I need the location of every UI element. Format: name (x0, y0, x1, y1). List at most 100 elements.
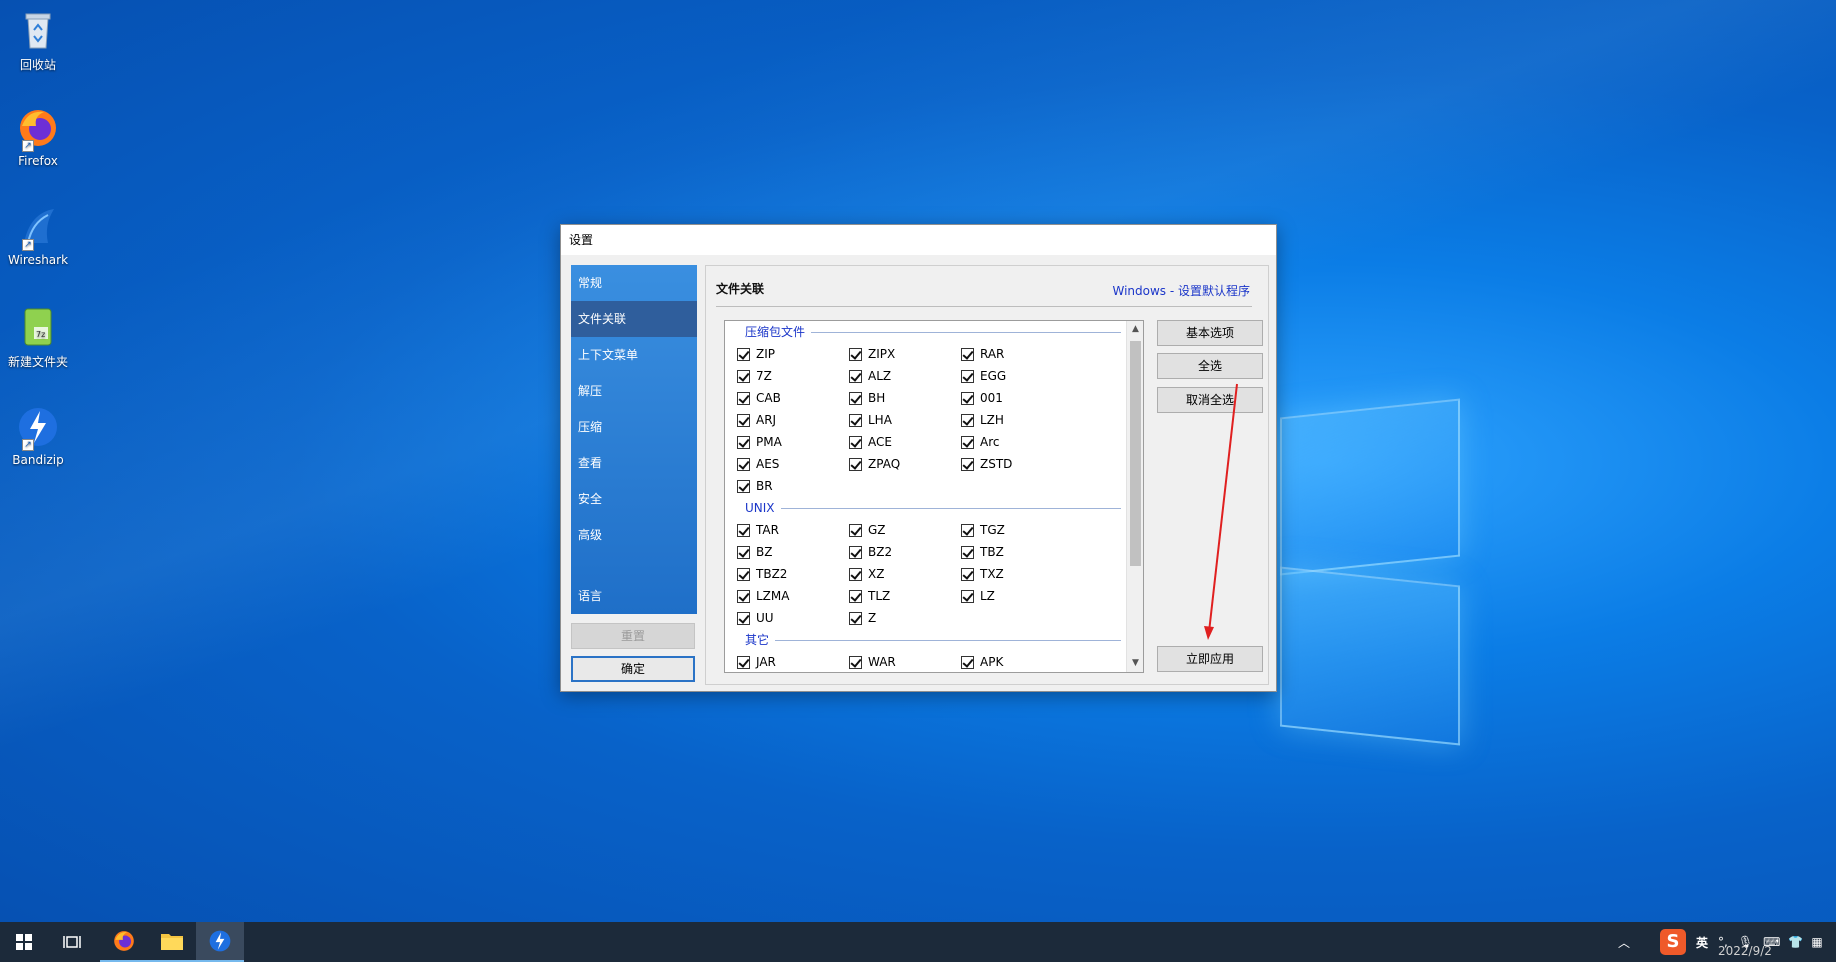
extension-checkbox[interactable]: BZ2 (837, 541, 949, 563)
task-view-button[interactable] (48, 922, 96, 962)
svg-text:7z: 7z (36, 330, 45, 339)
sidebar-item-context-menu[interactable]: 上下文菜单 (571, 337, 697, 373)
extension-checkbox[interactable]: JAR (725, 651, 837, 672)
checkbox-checked-icon (961, 523, 974, 537)
extension-label: 7Z (756, 369, 772, 383)
reset-button[interactable]: 重置 (571, 623, 695, 649)
extension-checkbox[interactable]: ZSTD (949, 453, 1061, 475)
checkbox-checked-icon (737, 391, 750, 405)
taskbar-bandizip[interactable] (196, 922, 244, 962)
extension-checkbox[interactable]: UU (725, 607, 837, 629)
extension-checkbox[interactable]: LZ (949, 585, 1061, 607)
ime-mode-label[interactable]: 英 (1696, 934, 1708, 951)
extension-checkbox[interactable]: RAR (949, 343, 1061, 365)
extension-label: TBZ (980, 545, 1004, 559)
scroll-up-icon[interactable]: ▲ (1127, 321, 1143, 338)
extension-label: APK (980, 655, 1004, 669)
extension-checkbox[interactable]: APK (949, 651, 1061, 672)
taskbar-file-explorer[interactable] (148, 922, 196, 962)
clock-date[interactable]: 2022/9/2 (1718, 940, 1772, 962)
default-programs-link[interactable]: Windows - 设置默认程序 (1112, 282, 1250, 299)
taskbar: ︿ S 英 °, 🎙 ⌨ 👕 ▦ 2022/9/2 (0, 922, 1836, 962)
extension-checkbox[interactable]: 7Z (725, 365, 837, 387)
extension-checkbox[interactable]: ZPAQ (837, 453, 949, 475)
extension-checkbox[interactable]: AES (725, 453, 837, 475)
sidebar-item-view[interactable]: 查看 (571, 445, 697, 481)
extension-label: ZIPX (868, 347, 896, 361)
ok-button[interactable]: 确定 (571, 656, 695, 682)
extension-checkbox[interactable]: Arc (949, 431, 1061, 453)
sogou-icon: S (1660, 929, 1686, 955)
extension-row: PMA ACE Arc (725, 431, 1125, 453)
toolbox-icon[interactable]: ▦ (1811, 935, 1822, 949)
tray-overflow-chevron[interactable]: ︿ (1618, 922, 1630, 962)
checkbox-checked-icon (737, 611, 750, 625)
extension-checkbox[interactable]: ARJ (725, 409, 837, 431)
extension-checkbox[interactable]: 001 (949, 387, 1061, 409)
desktop-icon-firefox[interactable]: ↗ Firefox (4, 106, 72, 168)
extension-checkbox[interactable]: TBZ2 (725, 563, 837, 585)
scroll-thumb[interactable] (1130, 341, 1141, 566)
extension-checkbox[interactable]: TGZ (949, 519, 1061, 541)
sidebar-item-extract[interactable]: 解压 (571, 373, 697, 409)
extension-checkbox[interactable]: PMA (725, 431, 837, 453)
checkbox-checked-icon (961, 567, 974, 581)
checkbox-checked-icon (961, 655, 974, 669)
sidebar-item-security[interactable]: 安全 (571, 481, 697, 517)
sidebar-item-general[interactable]: 常规 (571, 265, 697, 301)
extension-label: ALZ (868, 369, 892, 383)
extension-checkbox[interactable]: XZ (837, 563, 949, 585)
taskbar-firefox[interactable] (100, 922, 148, 962)
desktop-icon-wireshark[interactable]: ↗ Wireshark (4, 205, 72, 267)
select-all-button[interactable]: 全选 (1157, 353, 1263, 379)
extension-checkbox[interactable]: LZMA (725, 585, 837, 607)
desktop-icon-new-folder[interactable]: 7z 新建文件夹 (4, 305, 72, 370)
extension-checkbox[interactable]: ACE (837, 431, 949, 453)
extension-checkbox[interactable]: ALZ (837, 365, 949, 387)
extension-list[interactable]: 压缩包文件 ZIP ZIPX RAR 7Z ALZ EGG CAB BH 001 ARJ LHA LZH… (724, 320, 1144, 673)
extension-label: LHA (868, 413, 892, 427)
extension-checkbox[interactable]: TBZ (949, 541, 1061, 563)
skin-icon[interactable]: 👕 (1788, 935, 1803, 949)
desktop-icon-recycle-bin[interactable]: 回收站 (4, 8, 72, 73)
extension-checkbox[interactable]: BH (837, 387, 949, 409)
deselect-all-button[interactable]: 取消全选 (1157, 387, 1263, 413)
desktop-icon-bandizip[interactable]: ↗ Bandizip (4, 405, 72, 467)
checkbox-checked-icon (849, 611, 862, 625)
list-scrollbar[interactable]: ▲ ▼ (1126, 321, 1143, 672)
extension-row: ZIP ZIPX RAR (725, 343, 1125, 365)
checkbox-checked-icon (961, 347, 974, 361)
basic-options-button[interactable]: 基本选项 (1157, 320, 1263, 346)
scroll-down-icon[interactable]: ▼ (1127, 655, 1143, 672)
extension-checkbox[interactable]: BZ (725, 541, 837, 563)
extension-checkbox[interactable]: ZIP (725, 343, 837, 365)
extension-label: LZMA (756, 589, 790, 603)
extension-checkbox[interactable]: LZH (949, 409, 1061, 431)
extension-checkbox[interactable]: TLZ (837, 585, 949, 607)
sidebar-item-language[interactable]: 语言 (571, 578, 697, 614)
checkbox-checked-icon (737, 589, 750, 603)
extension-row: TBZ2 XZ TXZ (725, 563, 1125, 585)
apply-now-button[interactable]: 立即应用 (1157, 646, 1263, 672)
extension-checkbox[interactable]: ZIPX (837, 343, 949, 365)
start-button[interactable] (0, 922, 48, 962)
extension-label: BZ (756, 545, 773, 559)
extension-checkbox[interactable]: LHA (837, 409, 949, 431)
sidebar-item-advanced[interactable]: 高级 (571, 517, 697, 553)
checkbox-checked-icon (737, 655, 750, 669)
extension-checkbox[interactable]: TXZ (949, 563, 1061, 585)
extension-label: WAR (868, 655, 896, 669)
firefox-icon (114, 931, 134, 951)
extension-checkbox[interactable]: Z (837, 607, 949, 629)
extension-label: LZ (980, 589, 995, 603)
extension-checkbox[interactable]: TAR (725, 519, 837, 541)
extension-checkbox[interactable]: GZ (837, 519, 949, 541)
extension-checkbox[interactable]: EGG (949, 365, 1061, 387)
checkbox-checked-icon (737, 435, 750, 449)
file-association-panel: 文件关联 Windows - 设置默认程序 压缩包文件 ZIP ZIPX RAR 7Z A… (705, 265, 1269, 685)
extension-checkbox[interactable]: CAB (725, 387, 837, 409)
extension-checkbox[interactable]: BR (725, 475, 837, 497)
sidebar-item-file-association[interactable]: 文件关联 (571, 301, 697, 337)
extension-checkbox[interactable]: WAR (837, 651, 949, 672)
sidebar-item-compress[interactable]: 压缩 (571, 409, 697, 445)
